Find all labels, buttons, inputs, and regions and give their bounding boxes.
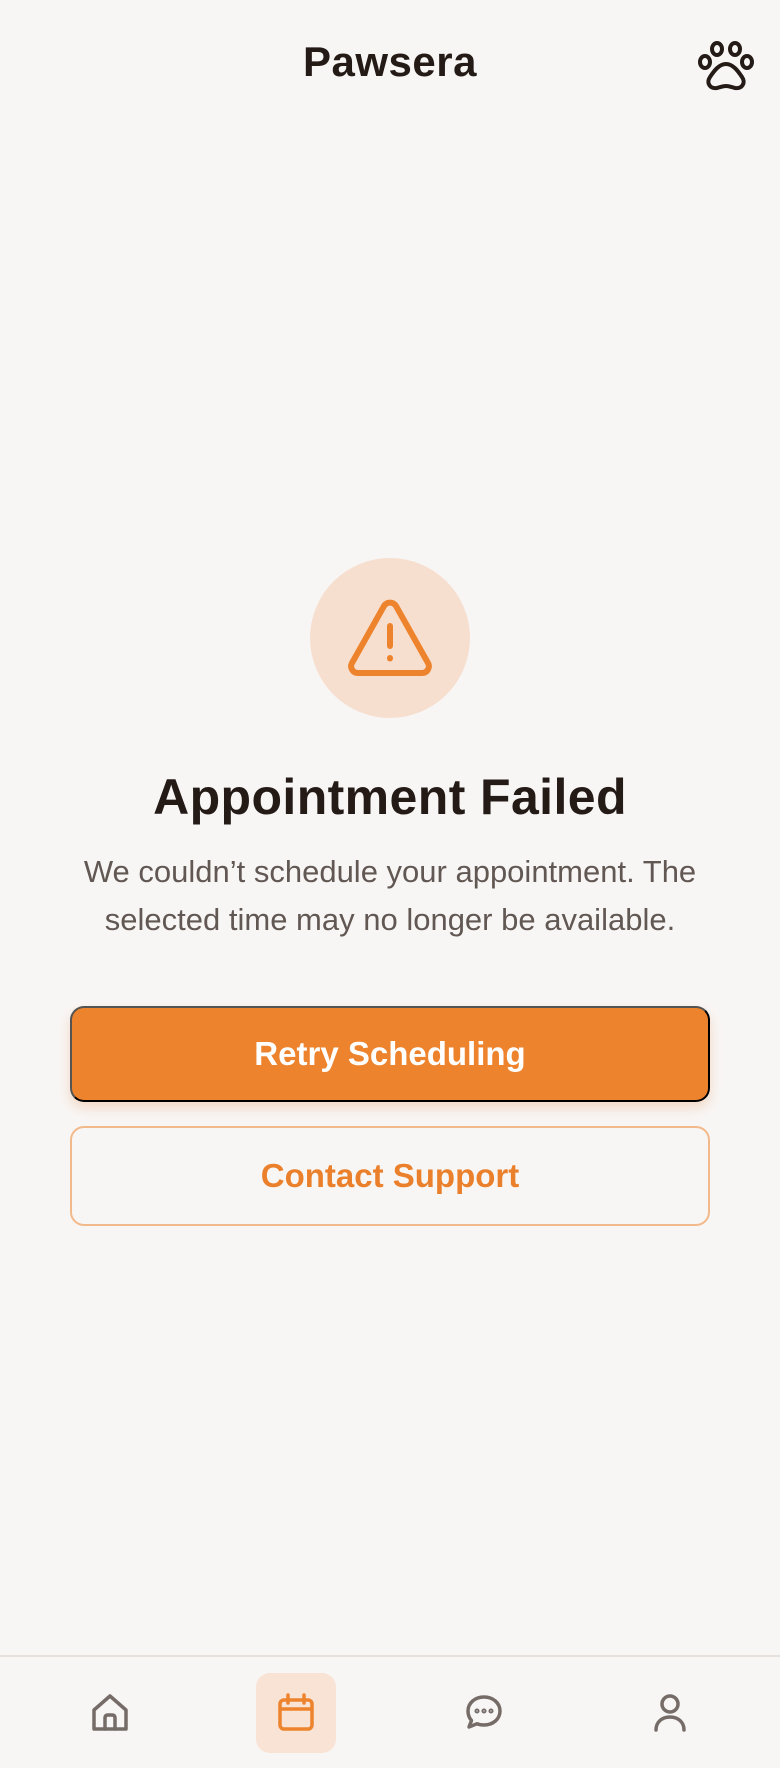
nav-messages[interactable] xyxy=(444,1673,524,1753)
warning-triangle-icon xyxy=(346,598,434,678)
error-title: Appointment Failed xyxy=(153,769,627,825)
nav-appointments[interactable] xyxy=(256,1673,336,1753)
app-screen: Pawsera Appointment Failed We couldn’t s… xyxy=(0,0,780,1768)
contact-support-button[interactable]: Contact Support xyxy=(70,1126,710,1226)
home-icon xyxy=(88,1691,132,1735)
error-message: We couldn’t schedule your appointment. T… xyxy=(83,854,697,937)
nav-profile[interactable] xyxy=(630,1673,710,1753)
calendar-icon xyxy=(274,1691,318,1735)
nav-home[interactable] xyxy=(70,1673,150,1753)
retry-scheduling-button[interactable]: Retry Scheduling xyxy=(70,1006,710,1102)
user-icon xyxy=(648,1691,692,1735)
chat-bubble-icon xyxy=(462,1691,506,1735)
error-content: Appointment Failed We couldn’t schedule … xyxy=(0,0,780,1768)
bottom-navigation xyxy=(0,1655,780,1768)
error-icon-badge xyxy=(310,558,470,718)
